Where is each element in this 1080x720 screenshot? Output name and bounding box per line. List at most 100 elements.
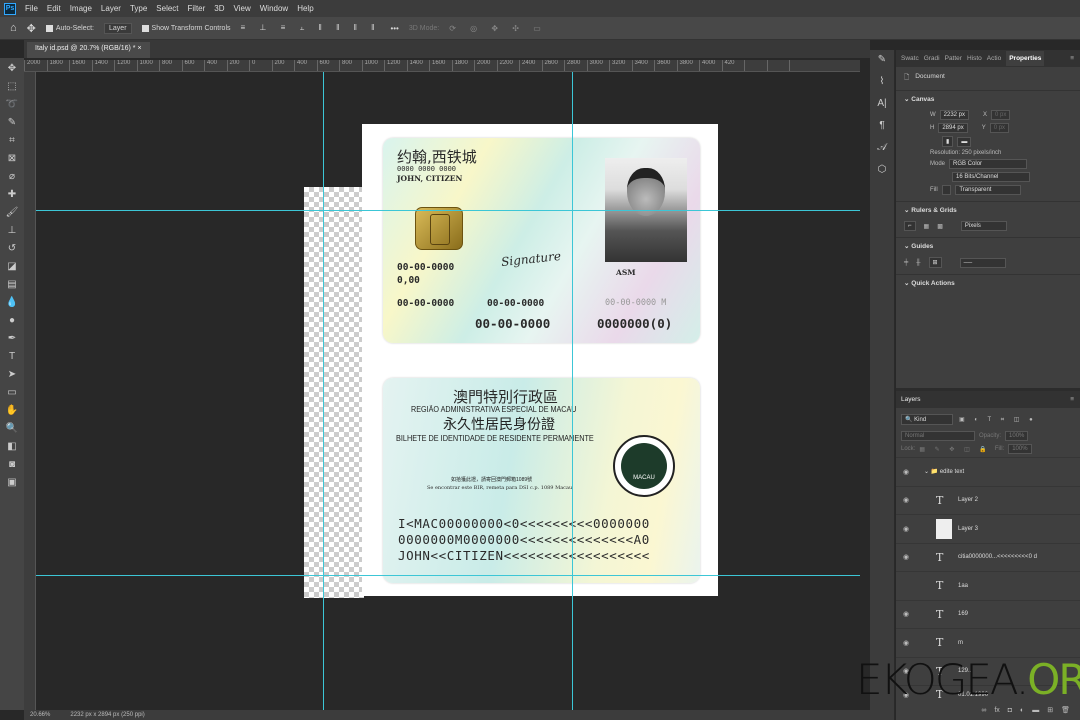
tab-swatches[interactable]: Swatc <box>901 55 919 62</box>
menu-window[interactable]: Window <box>260 4 288 13</box>
crop-tool-icon[interactable]: ⌗ <box>5 134 19 147</box>
menu-image[interactable]: Image <box>70 4 92 13</box>
brush-settings-icon[interactable]: ✎ <box>873 54 891 72</box>
fill-swatch[interactable] <box>941 185 952 195</box>
quick-actions-header[interactable]: ⌄ Quick Actions <box>896 274 1080 291</box>
eraser-tool-icon[interactable]: ◪ <box>5 260 19 273</box>
more-options-button[interactable]: ••• <box>390 24 398 33</box>
guide-horizontal[interactable] <box>36 575 860 576</box>
panel-menu-icon[interactable]: ≡ <box>1070 55 1074 62</box>
rectangle-tool-icon[interactable]: ▭ <box>5 386 19 399</box>
tab-actions[interactable]: Actio <box>987 55 1001 62</box>
fill-input[interactable]: 100% <box>1008 444 1032 454</box>
link-icon[interactable]: ∞ <box>981 707 986 714</box>
eye-icon[interactable]: ◉ <box>896 468 916 476</box>
layer-row[interactable]: T 1aa <box>896 571 1080 600</box>
healing-tool-icon[interactable]: ✚ <box>5 188 19 201</box>
glyphs-icon[interactable]: 𝒜 <box>873 142 891 160</box>
bit-depth-dropdown[interactable]: 16 Bits/Channel <box>952 172 1030 182</box>
adjustment-icon[interactable]: ◐ <box>1020 707 1024 714</box>
brush-tool-icon[interactable]: 🖌 <box>5 206 19 219</box>
new-group-icon[interactable]: ▬ <box>1032 707 1039 714</box>
y-input[interactable]: 0 px <box>989 123 1010 133</box>
layer-group[interactable]: ◉ ⌄ 📁 edite text <box>896 457 1080 486</box>
eye-icon[interactable]: ◉ <box>896 553 916 561</box>
guides-header[interactable]: ⌄ Guides <box>896 237 1080 254</box>
lasso-tool-icon[interactable]: ➰ <box>5 98 19 111</box>
quick-mask-icon[interactable]: ◙ <box>5 458 19 471</box>
menu-3d[interactable]: 3D <box>214 4 224 13</box>
mask-icon[interactable]: ◘ <box>1008 707 1012 714</box>
id-card-front[interactable]: 约翰,西铁城 0000 0000 0000 JOHN, CITIZEN Sign… <box>383 138 700 343</box>
lock-icons[interactable]: ▦ ✎ ✥ ◫ 🔒 <box>919 446 991 453</box>
grid-toggle-icon[interactable]: ▦ <box>924 223 930 230</box>
close-tab-icon[interactable]: × <box>137 45 141 52</box>
pen-tool-icon[interactable]: ✒ <box>5 332 19 345</box>
menu-help[interactable]: Help <box>297 4 313 13</box>
eyedropper-tool-icon[interactable]: ⌀ <box>5 170 19 183</box>
mode-dropdown[interactable]: RGB Color <box>949 159 1028 169</box>
marquee-tool-icon[interactable]: ⬚ <box>5 80 19 93</box>
menu-layer[interactable]: Layer <box>101 4 121 13</box>
panel-menu-icon[interactable]: ≡ <box>1070 396 1074 403</box>
id-card-back[interactable]: 澳門特別行政區 REGIÃO ADMINISTRATIVA ESPECIAL D… <box>383 378 700 583</box>
hand-tool-icon[interactable]: ✋ <box>5 404 19 417</box>
screen-mode-icon[interactable]: ▣ <box>5 476 19 489</box>
menu-edit[interactable]: Edit <box>47 4 61 13</box>
height-input[interactable]: 2894 px <box>938 123 968 133</box>
home-icon[interactable]: ⌂ <box>10 22 17 34</box>
guide-layout-icon[interactable]: ╪ <box>904 260 908 266</box>
auto-select-target-dropdown[interactable]: Layer <box>104 22 132 34</box>
guides-from-shape-icon[interactable]: ⊞ <box>928 257 942 268</box>
canvas-section-header[interactable]: ⌄ Canvas <box>896 90 1080 107</box>
document-size[interactable]: 2232 px x 2894 px (250 ppi) <box>70 712 144 718</box>
delete-icon[interactable]: 🗑 <box>1061 706 1070 714</box>
eye-icon[interactable]: ◉ <box>896 525 916 533</box>
filter-icons[interactable]: ▣ ◐ T ⌗ ◫ ● <box>959 416 1037 424</box>
gradient-tool-icon[interactable]: ▤ <box>5 278 19 291</box>
guide-vertical[interactable] <box>572 72 573 710</box>
layer-row[interactable]: ◉ Tcitia0000000...<<<<<<<<<0 d <box>896 542 1080 572</box>
new-guide-icon[interactable]: ╫ <box>916 260 920 266</box>
frame-tool-icon[interactable]: ⊠ <box>5 152 19 165</box>
eye-hidden-icon[interactable] <box>896 582 916 589</box>
quick-select-tool-icon[interactable]: ✎ <box>5 116 19 129</box>
layer-row[interactable]: ◉ Layer 3 <box>896 514 1080 543</box>
auto-select-checkbox[interactable]: Auto-Select: <box>45 24 94 32</box>
character-icon[interactable]: A| <box>873 98 891 116</box>
blend-mode-dropdown[interactable]: Normal <box>901 431 975 441</box>
history-brush-icon[interactable]: ↺ <box>5 242 19 255</box>
menu-view[interactable]: View <box>234 4 251 13</box>
3d-icon[interactable]: ⬡ <box>873 164 891 182</box>
document-tab[interactable]: Italy id.psd @ 20.7% (RGB/16) * × <box>27 42 150 58</box>
layer-row[interactable]: ◉ T Layer 2 <box>896 485 1080 515</box>
units-dropdown[interactable]: Pixels <box>960 221 1007 231</box>
eye-icon[interactable]: ◉ <box>896 610 916 618</box>
tab-patterns[interactable]: Patter <box>945 55 962 62</box>
brushes-icon[interactable]: ⌇ <box>873 76 891 94</box>
color-swatches-icon[interactable]: ◧ <box>5 440 19 453</box>
tab-gradients[interactable]: Gradi <box>924 55 940 62</box>
zoom-tool-icon[interactable]: 🔍 <box>5 422 19 435</box>
landscape-orientation-icon[interactable]: ▬ <box>957 136 972 147</box>
layers-tab[interactable]: Layers <box>901 396 921 403</box>
layer-row[interactable]: ◉ T 169 <box>896 599 1080 629</box>
tab-history[interactable]: Histo <box>967 55 982 62</box>
stamp-tool-icon[interactable]: ⊥ <box>5 224 19 237</box>
ruler-toggle-icon[interactable]: ⌐ <box>904 221 916 231</box>
type-tool-icon[interactable]: T <box>5 350 19 363</box>
new-layer-icon[interactable]: ⊞ <box>1047 706 1053 714</box>
x-input[interactable]: 0 px <box>991 110 1011 120</box>
menu-type[interactable]: Type <box>130 4 147 13</box>
zoom-level[interactable]: 20.66% <box>30 712 50 718</box>
tab-properties[interactable]: Properties <box>1006 51 1045 66</box>
guide-vertical[interactable] <box>323 72 324 710</box>
menu-select[interactable]: Select <box>156 4 178 13</box>
show-transform-checkbox[interactable]: Show Transform Controls <box>141 24 231 32</box>
filter-kind-dropdown[interactable]: 🔍 Kind <box>901 414 953 425</box>
layer-row[interactable]: ◉ Tm <box>896 628 1080 657</box>
menu-filter[interactable]: Filter <box>188 4 206 13</box>
dodge-tool-icon[interactable]: ● <box>5 314 19 327</box>
width-input[interactable]: 2232 px <box>939 110 970 120</box>
align-icons[interactable]: ≡ ⊥ ≡ ⫠ ‖ ‖ ‖ ‖ <box>241 23 381 33</box>
